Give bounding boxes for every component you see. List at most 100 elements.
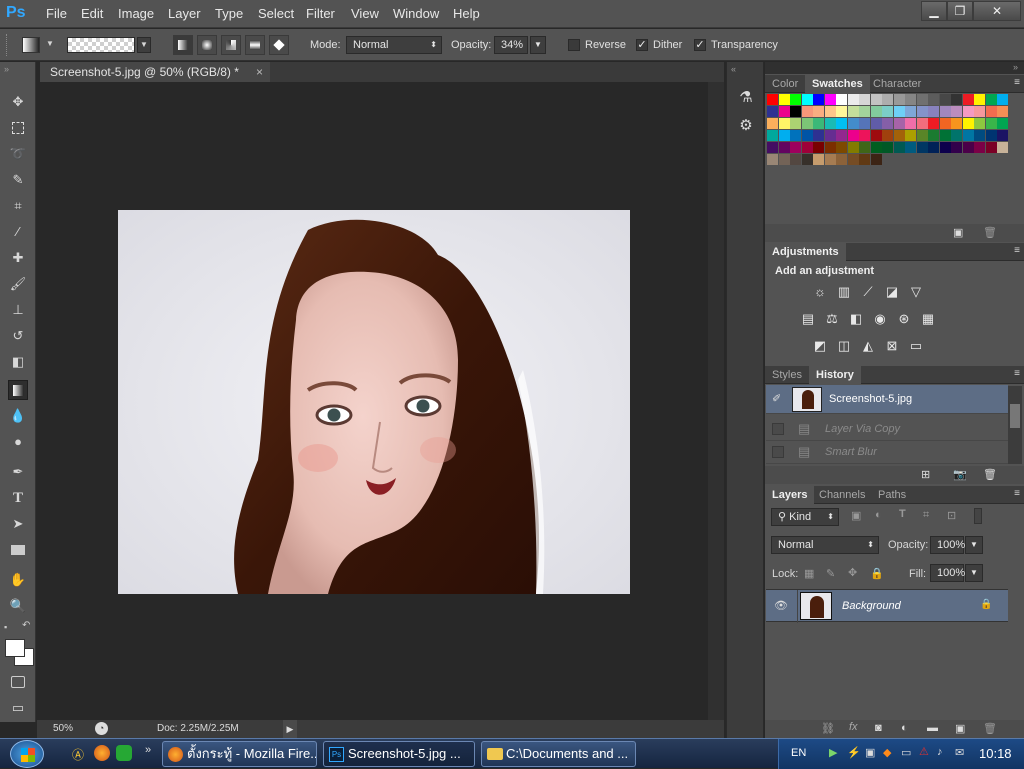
new-document-from-state-icon[interactable]: ⊞	[921, 468, 930, 481]
foreground-color-swatch[interactable]	[5, 639, 25, 657]
history-brush-tool-icon[interactable]: ↺	[8, 326, 28, 346]
color-swatch[interactable]	[962, 118, 974, 129]
gradient-map-icon[interactable]: ▭	[907, 338, 925, 354]
color-swatch[interactable]	[985, 118, 997, 129]
dodge-tool-icon[interactable]: ●	[8, 432, 28, 452]
blend-mode-select[interactable]: Normal ⬍	[771, 536, 879, 554]
color-swatch[interactable]	[813, 130, 824, 141]
color-swatch[interactable]	[882, 142, 893, 153]
color-swatch[interactable]	[859, 154, 870, 165]
color-swatch[interactable]	[859, 106, 870, 117]
menu-layer[interactable]: Layer	[168, 6, 201, 21]
lock-image-icon[interactable]: ✎	[826, 567, 835, 580]
minimize-button[interactable]: ▁	[921, 1, 947, 21]
color-swatch[interactable]	[905, 130, 916, 141]
color-swatch[interactable]	[870, 130, 882, 141]
color-swatch[interactable]	[974, 106, 985, 117]
selective-color-icon[interactable]: ⊠	[883, 338, 901, 354]
path-selection-tool-icon[interactable]: ➤	[8, 514, 28, 534]
color-swatch[interactable]	[790, 130, 801, 141]
color-swatch[interactable]	[836, 130, 847, 141]
menu-type[interactable]: Type	[215, 6, 243, 21]
menu-file[interactable]: File	[46, 6, 67, 21]
black-white-icon[interactable]: ◧	[847, 311, 865, 327]
color-swatch[interactable]	[813, 94, 824, 105]
history-step-checkbox[interactable]	[772, 423, 784, 435]
color-swatch[interactable]	[951, 142, 962, 153]
color-swatch[interactable]	[916, 142, 928, 153]
color-swatch[interactable]	[778, 94, 790, 105]
type-filter-icon[interactable]: T	[899, 508, 906, 520]
color-swatch[interactable]	[836, 142, 847, 153]
firefox-quicklaunch-icon[interactable]	[94, 745, 110, 761]
color-swatch[interactable]	[847, 142, 859, 153]
color-swatch[interactable]	[813, 118, 824, 129]
add-mask-icon[interactable]: ◙	[875, 722, 882, 734]
menu-select[interactable]: Select	[258, 6, 294, 21]
color-swatch[interactable]	[905, 106, 916, 117]
tray-monitor-icon[interactable]: ▭	[901, 746, 911, 759]
color-swatch[interactable]	[801, 154, 813, 165]
color-swatch[interactable]	[985, 142, 997, 153]
quick-selection-tool-icon[interactable]: ✎	[8, 170, 28, 190]
color-swatch[interactable]	[790, 106, 801, 117]
color-swatch[interactable]	[778, 154, 790, 165]
panel-menu-icon[interactable]: ≡	[1014, 77, 1020, 88]
panel-menu-icon[interactable]: ≡	[1014, 245, 1020, 256]
tab-layers[interactable]: Layers	[765, 486, 815, 504]
posterize-icon[interactable]: ◫	[835, 338, 853, 354]
color-swatch[interactable]	[870, 94, 882, 105]
color-swatch[interactable]	[813, 154, 824, 165]
color-swatch[interactable]	[951, 106, 962, 117]
taskbar-explorer[interactable]: C:\Documents and ...	[481, 741, 636, 767]
layer-opacity-chevron-icon[interactable]: ▼	[965, 536, 983, 554]
color-swatch[interactable]	[790, 154, 801, 165]
color-swatch[interactable]	[962, 106, 974, 117]
color-swatch[interactable]	[939, 118, 951, 129]
color-swatch[interactable]	[951, 118, 962, 129]
vertical-scrollbar[interactable]	[708, 82, 724, 720]
menu-edit[interactable]: Edit	[81, 6, 103, 21]
channel-mixer-icon[interactable]: ⊛	[895, 311, 913, 327]
brightness-contrast-icon[interactable]: ☼	[811, 284, 829, 300]
color-swatch[interactable]	[985, 106, 997, 117]
reverse-checkbox[interactable]	[568, 39, 580, 51]
color-swatch[interactable]	[767, 154, 778, 165]
layer-opacity-input[interactable]: 100%	[930, 536, 965, 554]
tab-styles[interactable]: Styles	[765, 366, 809, 384]
hand-tool-icon[interactable]: ✋	[8, 570, 28, 590]
delete-swatch-icon[interactable]: 🗑	[983, 226, 997, 239]
taskbar-firefox[interactable]: ตั้งกระทู้ - Mozilla Fire...	[162, 741, 317, 767]
gradient-tool-icon[interactable]	[22, 37, 40, 53]
swatches-grid[interactable]	[767, 94, 1008, 178]
status-menu-arrow-icon[interactable]: ▶	[283, 720, 297, 738]
type-tool-icon[interactable]: T	[8, 488, 28, 508]
brush-tool-icon[interactable]: 🖌	[8, 274, 28, 294]
color-swatch[interactable]	[859, 130, 870, 141]
vibrance-icon[interactable]: ▽	[907, 284, 925, 300]
fill-input[interactable]: 100%	[930, 564, 965, 582]
default-colors-icon[interactable]: ▪	[4, 622, 7, 632]
gradient-picker-chevron-icon[interactable]: ▼	[137, 37, 151, 53]
color-swatch[interactable]	[824, 154, 836, 165]
color-swatch[interactable]	[916, 130, 928, 141]
color-swatch[interactable]	[916, 106, 928, 117]
dither-checkbox[interactable]: ✓	[636, 39, 648, 51]
color-swatch[interactable]	[801, 94, 813, 105]
tray-media-icon[interactable]: ▶	[829, 746, 837, 759]
color-swatch[interactable]	[859, 118, 870, 129]
color-swatch[interactable]	[893, 130, 905, 141]
color-swatch[interactable]	[882, 106, 893, 117]
eyedropper-tool-icon[interactable]: ⁄	[8, 222, 28, 242]
color-swatch[interactable]	[997, 118, 1008, 129]
curves-icon[interactable]: ⟋	[859, 284, 877, 300]
color-swatch[interactable]	[847, 94, 859, 105]
color-swatch[interactable]	[962, 142, 974, 153]
color-swatch[interactable]	[790, 118, 801, 129]
color-swatch[interactable]	[824, 106, 836, 117]
color-swatch[interactable]	[778, 106, 790, 117]
tray-warning-icon[interactable]: ⚠	[919, 745, 929, 758]
collapse-arrows-icon[interactable]: »	[4, 64, 9, 74]
panel-menu-icon[interactable]: ≡	[1014, 368, 1020, 379]
swap-colors-icon[interactable]: ↶	[22, 620, 30, 631]
